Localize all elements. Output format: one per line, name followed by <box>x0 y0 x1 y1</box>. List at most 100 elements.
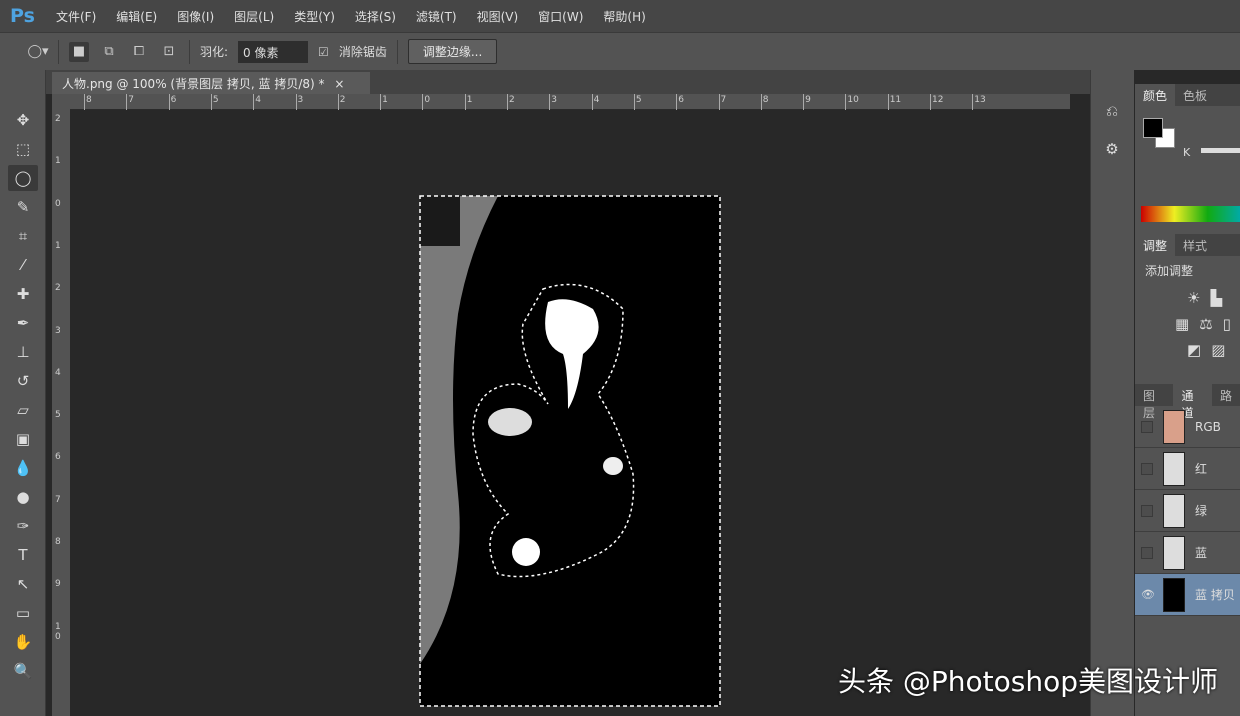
divider <box>396 39 398 64</box>
gradient-tool-icon[interactable]: ▣ <box>8 426 38 452</box>
ruler-tick-label: 2 <box>55 283 61 294</box>
document-tab[interactable]: 人物.png @ 100% (背景图层 拷贝, 蓝 拷贝/8) * × <box>52 72 370 94</box>
visibility-toggle[interactable] <box>1141 420 1153 433</box>
tab-styles[interactable]: 样式 <box>1175 234 1215 256</box>
hand-tool-icon[interactable]: ✋ <box>8 629 38 655</box>
adjust-panel-tabs: 调整 样式 <box>1135 234 1240 256</box>
channel-row-active[interactable]: 👁 蓝 拷贝 <box>1135 574 1240 616</box>
color-balance-icon[interactable]: ⚖ <box>1199 315 1212 333</box>
close-tab-icon[interactable]: × <box>334 77 344 91</box>
panels-column: 颜色 色板 K 调整 样式 添加调整 ☀ ▙ ▦ ⚖ ▯ ◩ ▨ 图层 通道 路 RGB… <box>1135 84 1240 716</box>
zoom-tool-icon[interactable]: 🔍 <box>8 658 38 684</box>
quick-select-tool-icon[interactable]: ✎ <box>8 194 38 220</box>
bw-icon[interactable]: ▯ <box>1223 315 1231 333</box>
menu-window[interactable]: 窗口(W) <box>538 8 583 25</box>
add-selection-icon[interactable]: ⧉ <box>99 42 119 62</box>
pen-tool-icon[interactable]: ✑ <box>8 513 38 539</box>
type-tool-icon[interactable]: T <box>8 542 38 568</box>
lasso-tool-icon[interactable]: ◯ <box>8 165 38 191</box>
marquee-tool-icon[interactable]: ⬚ <box>8 136 38 162</box>
gradient-map-icon[interactable]: ▨ <box>1211 341 1225 359</box>
ruler-tick-label: 6 <box>678 95 684 105</box>
menu-help[interactable]: 帮助(H) <box>603 8 645 25</box>
menu-filter[interactable]: 滤镜(T) <box>416 8 457 25</box>
menu-bar: Ps 文件(F) 编辑(E) 图像(I) 图层(L) 类型(Y) 选择(S) 滤… <box>0 0 1240 32</box>
menu-edit[interactable]: 编辑(E) <box>116 8 157 25</box>
ruler-tick-label: 9 <box>805 95 811 105</box>
path-select-tool-icon[interactable]: ↖ <box>8 571 38 597</box>
lasso-preset-icon[interactable]: ◯▾ <box>27 42 48 62</box>
photo-filter-icon[interactable]: ◩ <box>1187 341 1201 359</box>
move-tool-icon[interactable]: ✥ <box>8 107 38 133</box>
antialias-checkbox[interactable]: ☑ <box>318 45 329 59</box>
highlight-chin <box>512 538 540 566</box>
layers-panel-tabs: 图层 通道 路 <box>1135 384 1240 420</box>
ruler-tick <box>760 94 762 110</box>
menu-layer[interactable]: 图层(L) <box>234 8 274 25</box>
highlight-cheek <box>603 457 623 475</box>
vertical-ruler[interactable]: 2101234567891 0 <box>52 110 70 716</box>
ruler-tick-label: 10 <box>847 95 859 105</box>
ruler-tick <box>380 94 382 110</box>
dodge-tool-icon[interactable]: ● <box>8 484 38 510</box>
levels-icon[interactable]: ▙ <box>1210 289 1222 307</box>
channel-row[interactable]: 蓝 <box>1135 532 1240 574</box>
color-spectrum[interactable] <box>1141 206 1240 222</box>
tab-layers[interactable]: 图层 <box>1135 384 1173 420</box>
channel-thumbnail <box>1163 493 1185 528</box>
ruler-tick-label: 12 <box>932 95 944 105</box>
add-adjustment-title: 添加调整 <box>1145 264 1194 278</box>
history-brush-icon[interactable]: ↺ <box>8 368 38 394</box>
feather-input[interactable]: 0 像素 <box>238 40 309 63</box>
k-slider[interactable] <box>1201 148 1240 153</box>
ruler-tick-label: 1 <box>382 95 388 105</box>
crop-tool-icon[interactable]: ⌗ <box>8 223 38 249</box>
channel-row[interactable]: 绿 <box>1135 490 1240 532</box>
menu-type[interactable]: 类型(Y) <box>294 8 335 25</box>
visibility-toggle[interactable] <box>1141 546 1153 559</box>
ruler-tick-label: 1 <box>55 156 61 167</box>
ruler-tick <box>887 94 889 110</box>
foreground-color-swatch[interactable] <box>1143 118 1163 138</box>
menu-file[interactable]: 文件(F) <box>56 8 96 25</box>
ruler-tick-label: 6 <box>170 95 177 105</box>
menu-image[interactable]: 图像(I) <box>177 8 214 25</box>
canvas-image[interactable] <box>418 194 722 708</box>
ruler-tick <box>337 94 339 110</box>
tab-swatches[interactable]: 色板 <box>1175 84 1215 106</box>
history-panel-icon[interactable]: ⎌ <box>1097 98 1127 124</box>
curves-icon[interactable]: ▦ <box>1175 315 1189 333</box>
horizontal-ruler[interactable]: 8 7 6 5 4 3 2 1 0 1 2 3 4 5 6 7 8 9 10 11 12 13 <box>70 94 1070 110</box>
document-tab-bar: 人物.png @ 100% (背景图层 拷贝, 蓝 拷贝/8) * × <box>46 70 1090 94</box>
ruler-tick-label: 4 <box>255 95 261 105</box>
subtract-selection-icon[interactable]: ⧠ <box>129 42 149 62</box>
healing-tool-icon[interactable]: ✚ <box>8 281 38 307</box>
brush-tool-icon[interactable]: ✒ <box>8 310 38 336</box>
tab-adjustments[interactable]: 调整 <box>1135 234 1176 256</box>
properties-panel-icon[interactable]: ⚙ <box>1097 136 1127 162</box>
brightness-icon[interactable]: ☀ <box>1187 289 1200 307</box>
menu-view[interactable]: 视图(V) <box>477 8 519 25</box>
intersect-selection-icon[interactable]: ⊡ <box>159 42 179 62</box>
tab-paths[interactable]: 路 <box>1212 384 1240 406</box>
visibility-toggle[interactable] <box>1141 462 1153 475</box>
blur-tool-icon[interactable]: 💧 <box>8 455 38 481</box>
tab-channels[interactable]: 通道 <box>1173 384 1212 420</box>
rectangle-tool-icon[interactable]: ▭ <box>8 600 38 626</box>
channel-row[interactable]: 红 <box>1135 448 1240 490</box>
visibility-toggle[interactable] <box>1141 504 1153 517</box>
eye-icon[interactable]: 👁 <box>1141 588 1155 601</box>
document-title: 人物.png @ 100% (背景图层 拷贝, 蓝 拷贝/8) * <box>62 77 325 91</box>
eraser-tool-icon[interactable]: ▱ <box>8 397 38 423</box>
tab-color[interactable]: 颜色 <box>1135 84 1176 106</box>
ruler-tick <box>168 94 170 110</box>
ruler-tick-label: 7 <box>720 95 727 105</box>
ruler-tick <box>549 94 551 110</box>
ruler-tick-label: 0 <box>424 95 431 105</box>
new-selection-icon[interactable]: ■ <box>69 41 89 62</box>
menu-select[interactable]: 选择(S) <box>355 8 396 25</box>
ruler-tick <box>803 94 805 110</box>
eyedropper-tool-icon[interactable]: ⁄ <box>8 252 38 278</box>
stamp-tool-icon[interactable]: ⊥ <box>8 339 38 365</box>
refine-edge-button[interactable]: 调整边缘... <box>407 39 498 64</box>
